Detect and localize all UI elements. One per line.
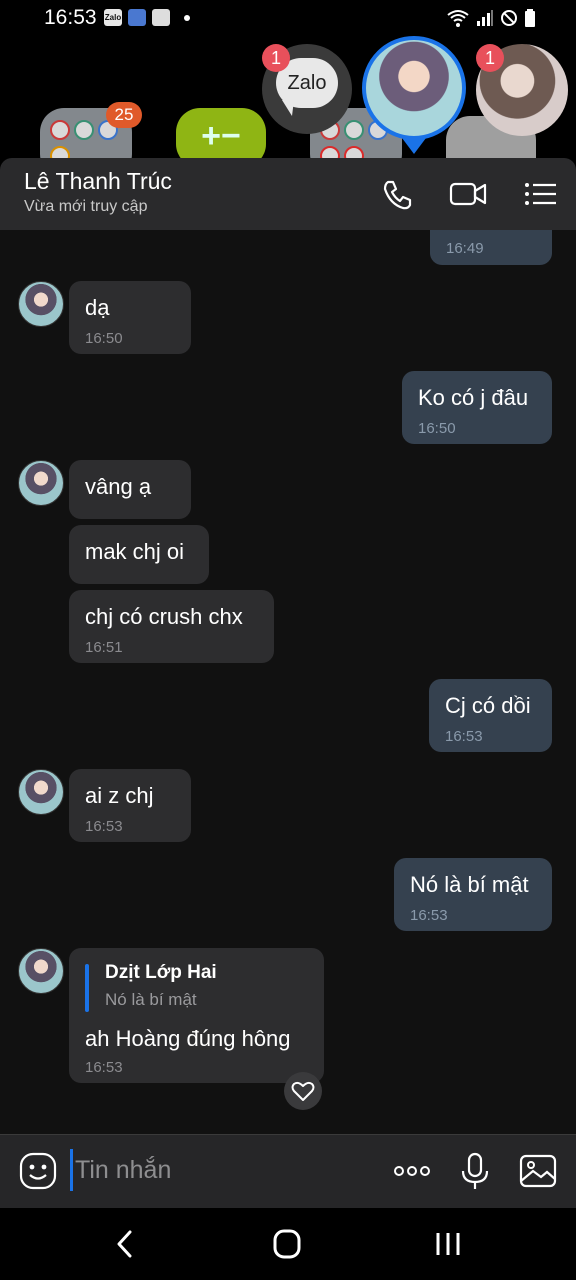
message-text: chj có crush chx (85, 604, 243, 629)
more-dots-icon[interactable] (392, 1151, 432, 1191)
signal-icon (477, 10, 493, 26)
more-notifications-dot-icon (184, 14, 190, 21)
back-icon[interactable] (106, 1226, 146, 1262)
outgoing-message[interactable]: Ko có j đâu 16:50 (402, 371, 552, 444)
reply-quote-bar (85, 964, 89, 1012)
reply-quote-text: Nó là bí mật (105, 990, 197, 1009)
active-chat-pointer-icon (402, 138, 426, 154)
system-navigation-bar (0, 1208, 576, 1280)
image-icon[interactable] (518, 1151, 558, 1191)
heart-icon (291, 1081, 315, 1101)
message-input-bar (0, 1134, 576, 1209)
calculator-app-icon[interactable]: +− (176, 108, 266, 160)
sender-avatar[interactable] (18, 281, 64, 327)
sender-avatar[interactable] (18, 769, 64, 815)
reply-quote-sender: Dzịt Lớp Hai (105, 962, 217, 983)
outgoing-message[interactable]: Nó là bí mật 16:53 (394, 858, 552, 931)
incoming-message[interactable]: dạ 16:50 (69, 281, 191, 354)
message-text: Nó là bí mật (410, 872, 529, 897)
message-time: 16:50 (85, 330, 123, 347)
chat-header: Lê Thanh Trúc Vừa mới truy cập (0, 158, 576, 230)
menu-list-icon[interactable] (520, 176, 560, 212)
battery-icon (525, 9, 535, 27)
incoming-message[interactable]: mak chj oi (69, 525, 209, 584)
contact-status: Vừa mới truy cập (24, 198, 148, 215)
phone-icon[interactable] (378, 176, 418, 212)
message-time: 16:51 (85, 639, 123, 656)
active-contact-chat-head-avatar[interactable] (362, 36, 466, 140)
wifi-icon (447, 10, 469, 27)
status-bar: 16:53 Zalo (0, 0, 576, 36)
message-input[interactable] (70, 1149, 377, 1191)
zalo-chat-head-badge: 1 (262, 44, 290, 72)
do-not-disturb-icon (501, 10, 517, 26)
zalo-notification-icon: Zalo (104, 9, 122, 26)
folder-badge: 25 (106, 102, 142, 128)
react-heart-button[interactable] (284, 1072, 322, 1110)
sender-avatar[interactable] (18, 948, 64, 994)
message-text: Cj có dồi (445, 693, 531, 718)
video-call-icon[interactable] (448, 176, 488, 212)
recents-icon[interactable] (428, 1226, 468, 1262)
incoming-message[interactable]: chj có crush chx 16:51 (69, 590, 274, 663)
sender-avatar[interactable] (18, 460, 64, 506)
message-time: 16:53 (410, 907, 448, 924)
contact-chat-head-badge: 1 (476, 44, 504, 72)
app-notification-icon (128, 9, 146, 26)
incoming-message[interactable]: vâng ạ (69, 460, 191, 519)
incoming-reply-message[interactable]: Dzịt Lớp Hai Nó là bí mật ah Hoàng đúng … (69, 948, 324, 1083)
message-text: dạ (85, 295, 110, 320)
status-time: 16:53 (44, 6, 97, 29)
status-system-icons (446, 8, 536, 28)
message-text: Ko có j đâu (418, 385, 529, 410)
emoji-icon[interactable] (18, 1151, 58, 1191)
message-text: ai z chj (85, 783, 154, 808)
microphone-icon[interactable] (455, 1151, 495, 1191)
message-time: 16:53 (85, 1059, 123, 1076)
message-time: 16:49 (446, 240, 484, 257)
outgoing-message[interactable]: Cj có dồi 16:53 (429, 679, 552, 752)
message-text: vâng ạ (85, 474, 152, 499)
message-list[interactable]: 16:49 dạ 16:50 Ko có j đâu 16:50 vâng ạ … (0, 230, 576, 1134)
message-time: 16:53 (85, 818, 123, 835)
outgoing-message[interactable]: 16:49 (430, 230, 552, 265)
message-text: mak chj oi (85, 539, 185, 564)
contact-name[interactable]: Lê Thanh Trúc (24, 168, 172, 195)
message-time: 16:53 (445, 728, 483, 745)
message-text: ah Hoàng đúng hông (85, 1026, 291, 1051)
message-time: 16:50 (418, 420, 456, 437)
status-notification-icons: Zalo (104, 9, 190, 26)
incoming-message[interactable]: ai z chj 16:53 (69, 769, 191, 842)
youtube-notification-icon (152, 9, 170, 26)
home-icon[interactable] (267, 1226, 307, 1262)
